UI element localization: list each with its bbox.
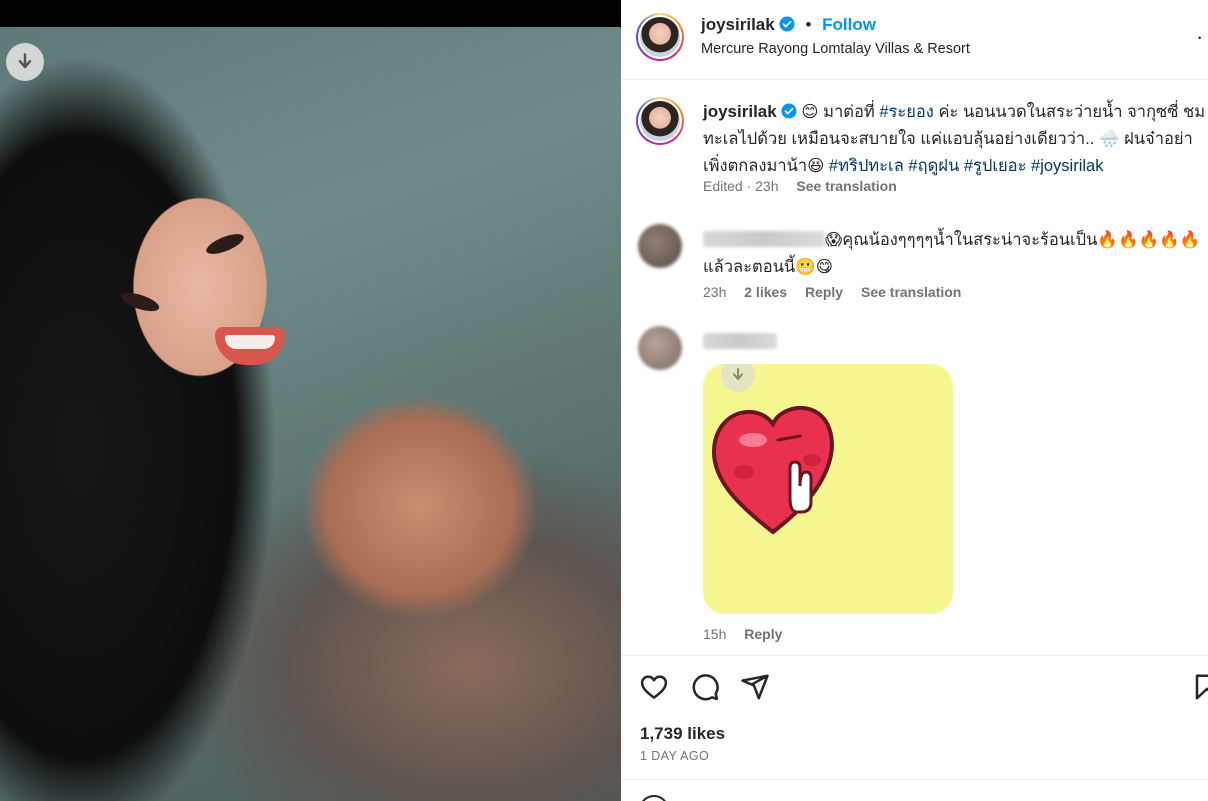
photo-teeth <box>225 335 275 349</box>
share-button[interactable] <box>740 672 772 704</box>
caption-text-segment: 😊 มาต่อที่ <box>796 103 880 121</box>
heart-icon <box>640 675 668 699</box>
post-actions <box>639 672 1208 704</box>
comment-reply-button[interactable]: Reply <box>744 626 782 642</box>
comment-meta: 15h Reply <box>703 626 796 642</box>
download-icon <box>18 53 32 69</box>
comment-time: 15h <box>703 626 727 642</box>
author-avatar[interactable] <box>636 13 684 61</box>
comment-meta: 23h 2 likes Reply See translation <box>703 284 975 300</box>
share-icon <box>741 674 769 700</box>
bottom-divider <box>621 779 1208 780</box>
verified-badge-icon <box>781 103 797 119</box>
comment-button[interactable] <box>690 672 722 704</box>
caption-hashtag[interactable]: #ระยอง <box>879 103 934 121</box>
author-username[interactable]: joysirilak <box>701 15 775 34</box>
caption-body: 😊 มาต่อที่ #ระยอง ค่ะ นอนนวดในสระว่ายน้ำ… <box>703 103 1205 175</box>
comment-see-translation[interactable]: See translation <box>861 284 961 300</box>
commenter-avatar[interactable] <box>638 326 682 370</box>
commenter-username-blurred[interactable] <box>703 333 777 349</box>
post-location[interactable]: Mercure Rayong Lomtalay Villas & Resort <box>701 41 970 57</box>
sticker-download-button[interactable] <box>721 364 755 392</box>
comment-text: 😱คุณน้องๆๆๆๆน้ำในสระน่าจะร้อนเป็น🔥🔥🔥🔥🔥แล… <box>703 227 1203 281</box>
caption-hashtag[interactable]: #ฤดูฝน <box>908 157 959 175</box>
download-icon <box>733 368 743 380</box>
download-button[interactable] <box>6 43 44 81</box>
yawning-heart-sticker-icon <box>711 405 834 535</box>
caption-text: joysirilak 😊 มาต่อที่ #ระยอง ค่ะ นอนนวดใ… <box>703 98 1208 180</box>
photo-eye-right <box>203 230 247 258</box>
caption-hashtag[interactable]: #รูปเยอะ <box>964 157 1027 175</box>
caption-meta: Edited · 23h See translation <box>703 178 911 194</box>
commenter-username-blurred[interactable] <box>703 231 825 247</box>
caption-hashtag[interactable]: #joysirilak <box>1031 157 1103 175</box>
comment-reply-button[interactable]: Reply <box>805 284 843 300</box>
save-icon <box>1195 674 1208 700</box>
post-photo <box>0 27 621 801</box>
emoji-picker-icon[interactable] <box>639 795 669 801</box>
comment-sticker[interactable] <box>703 364 953 614</box>
commenter-avatar[interactable] <box>638 224 682 268</box>
header-author-line: joysirilak • Follow <box>701 15 876 35</box>
save-button[interactable] <box>1192 672 1208 704</box>
edited-timestamp: Edited · 23h <box>703 178 779 194</box>
header-separator: • <box>805 15 812 34</box>
comment-time: 23h <box>703 284 727 300</box>
post-header: joysirilak • Follow Mercure Rayong Lomta… <box>621 0 1208 80</box>
like-button[interactable] <box>639 672 671 704</box>
comment-text <box>703 329 1203 356</box>
post-side-panel: joysirilak • Follow Mercure Rayong Lomta… <box>621 0 1208 801</box>
follow-button[interactable]: Follow <box>822 15 876 34</box>
caption-see-translation[interactable]: See translation <box>796 178 896 194</box>
likes-count[interactable]: 1,739 likes <box>640 724 725 744</box>
post-media[interactable] <box>0 0 621 801</box>
comment-likes[interactable]: 2 likes <box>744 284 787 300</box>
comment-icon <box>692 674 719 701</box>
actions-divider <box>621 655 1208 656</box>
post-age: 1 DAY AGO <box>640 749 710 763</box>
verified-badge-icon <box>779 16 795 32</box>
more-options-button[interactable]: · <box>1196 26 1208 48</box>
caption-hashtag[interactable]: #ทริปทะเล <box>829 157 904 175</box>
caption-author-avatar[interactable] <box>636 97 684 145</box>
photo-eye-left <box>118 289 162 315</box>
caption-username[interactable]: joysirilak <box>703 102 777 121</box>
